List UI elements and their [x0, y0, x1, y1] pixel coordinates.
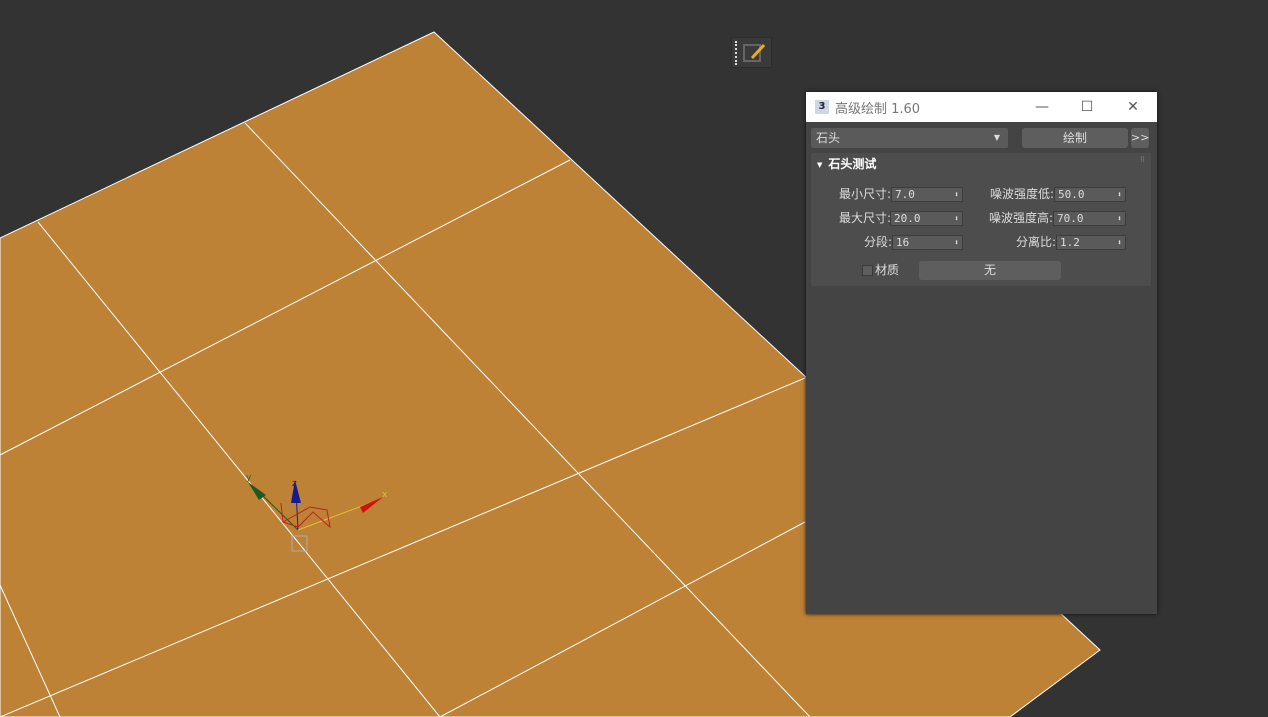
maximize-button[interactable]: ☐ — [1064, 92, 1110, 122]
noise-high-label: 噪波强度高: — [988, 211, 1053, 225]
title-bar[interactable]: 3 高级绘制 1.60 — ☐ ✕ — [806, 92, 1157, 122]
axis-label-z: z — [292, 479, 297, 489]
draw-button[interactable]: 绘制 — [1022, 128, 1128, 148]
min-size-spinner[interactable]: 7.0 ⬍ — [891, 187, 963, 202]
pencil-edit-icon — [743, 43, 766, 62]
segments-spinner[interactable]: 16 ⬍ — [892, 235, 963, 250]
material-label: 材质 — [875, 263, 900, 277]
max-size-label: 最大尺寸: — [838, 211, 891, 225]
rollout-stone-test: ▼ 石头测试 ⠿ 最小尺寸: 7.0 ⬍ 最大尺寸: 20.0 ⬍ 分段: 16 ⬍ 噪… — [811, 153, 1151, 286]
min-size-label: 最小尺寸: — [838, 187, 891, 201]
separation-value: 1.2 — [1060, 236, 1080, 249]
expand-button[interactable]: >> — [1131, 128, 1149, 148]
segments-label: 分段: — [863, 235, 892, 249]
min-size-value: 7.0 — [895, 188, 915, 201]
chevron-down-icon: ▼ — [993, 133, 1000, 142]
toolbar-grip — [735, 41, 737, 65]
minimize-button[interactable]: — — [1019, 92, 1065, 122]
noise-low-value: 50.0 — [1058, 188, 1085, 201]
max-size-spinner[interactable]: 20.0 ⬍ — [890, 211, 963, 226]
noise-high-spinner[interactable]: 70.0 ⬍ — [1053, 211, 1126, 226]
axis-label-y: y — [246, 473, 252, 483]
separation-label: 分离比: — [1015, 235, 1056, 249]
paint-tool-button[interactable] — [731, 37, 772, 68]
material-checkbox[interactable] — [862, 265, 873, 276]
material-button[interactable]: 无 — [919, 261, 1061, 280]
rollout-title: 石头测试 — [828, 157, 877, 171]
segments-value: 16 — [896, 236, 910, 249]
spinner-arrows-icon[interactable]: ⬍ — [1117, 188, 1122, 201]
close-button[interactable]: ✕ — [1110, 92, 1156, 122]
spinner-arrows-icon[interactable]: ⬍ — [1117, 236, 1122, 249]
spinner-arrows-icon[interactable]: ⬍ — [1117, 212, 1122, 225]
spinner-arrows-icon[interactable]: ⬍ — [954, 212, 959, 225]
noise-low-label: 噪波强度低: — [989, 187, 1054, 201]
dialog-title: 高级绘制 1.60 — [835, 101, 921, 117]
type-dropdown-value: 石头 — [816, 131, 841, 145]
separation-spinner[interactable]: 1.2 ⬍ — [1056, 235, 1126, 250]
noise-low-spinner[interactable]: 50.0 ⬍ — [1054, 187, 1126, 202]
advanced-paint-dialog: 3 高级绘制 1.60 — ☐ ✕ 石头 ▼ 绘制 >> ▼ 石头测试 ⠿ 最小尺寸… — [806, 92, 1157, 614]
rollout-header[interactable]: ▼ 石头测试 — [817, 155, 876, 172]
max-size-value: 20.0 — [894, 212, 921, 225]
collapse-triangle-icon: ▼ — [817, 160, 823, 169]
grip-icon: ⠿ — [1139, 156, 1145, 164]
type-dropdown[interactable]: 石头 ▼ — [811, 128, 1008, 148]
axis-label-x: x — [382, 490, 388, 500]
spinner-arrows-icon[interactable]: ⬍ — [954, 236, 959, 249]
app-icon: 3 — [815, 100, 829, 114]
noise-high-value: 70.0 — [1057, 212, 1084, 225]
spinner-arrows-icon[interactable]: ⬍ — [954, 188, 959, 201]
